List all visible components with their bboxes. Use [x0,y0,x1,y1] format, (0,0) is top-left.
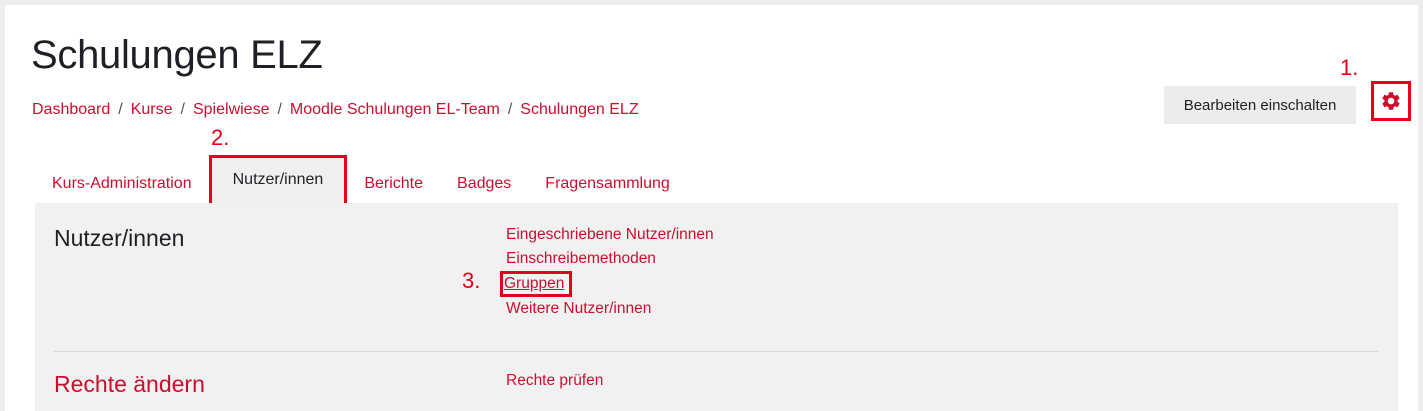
breadcrumb: Dashboard / Kurse / Spielwiese / Moodle … [32,101,639,119]
breadcrumb-item-spielwiese[interactable]: Spielwiese [193,101,269,119]
page-title: Schulungen ELZ [31,33,323,77]
section-divider [54,351,1378,352]
tab-content-panel: Nutzer/innen Eingeschriebene Nutzer/inne… [35,203,1398,411]
course-admin-tabs: Kurs-Administration Nutzer/innen Bericht… [35,155,687,207]
link-eingeschriebene-nutzer[interactable]: Eingeschriebene Nutzer/innen [506,223,714,247]
annotation-step-3: 3. [462,268,481,293]
section-links-rechte: Rechte prüfen [506,369,603,393]
annotation-step-2: 2. [211,125,230,150]
link-gruppen[interactable]: Gruppen [500,271,573,297]
breadcrumb-item-moodle-schulungen[interactable]: Moodle Schulungen EL-Team [290,101,500,119]
breadcrumb-separator: / [277,101,282,118]
link-einschreibemethoden[interactable]: Einschreibemethoden [506,247,714,271]
link-weitere-nutzer[interactable]: Weitere Nutzer/innen [506,297,714,321]
breadcrumb-separator: / [507,101,513,118]
breadcrumb-item-dashboard[interactable]: Dashboard [32,101,110,119]
breadcrumb-item-kurse[interactable]: Kurse [131,101,173,119]
tab-badges[interactable]: Badges [440,165,528,203]
breadcrumb-separator: / [118,101,123,118]
settings-menu-button[interactable] [1371,81,1411,121]
tab-kurs-administration[interactable]: Kurs-Administration [35,165,209,203]
breadcrumb-item-schulungen-elz[interactable]: Schulungen ELZ [520,101,638,119]
section-title-rechte-aendern[interactable]: Rechte ändern [54,371,205,398]
page-card: Schulungen ELZ Dashboard / Kurse / Spiel… [5,5,1418,411]
gear-icon [1382,92,1400,110]
edit-mode-button[interactable]: Bearbeiten einschalten [1164,86,1356,124]
link-rechte-pruefen[interactable]: Rechte prüfen [506,369,603,393]
annotation-step-1: 1. [1340,55,1359,80]
breadcrumb-separator: / [180,101,185,118]
section-links-nutzer-innen: Eingeschriebene Nutzer/innen Einschreibe… [500,223,714,321]
tab-fragensammlung[interactable]: Fragensammlung [528,165,687,203]
tab-nutzer-innen[interactable]: Nutzer/innen [208,155,348,207]
section-title-nutzer-innen: Nutzer/innen [54,225,185,251]
link-gruppen-wrapper: Gruppen [500,271,714,297]
tab-berichte[interactable]: Berichte [347,165,440,203]
